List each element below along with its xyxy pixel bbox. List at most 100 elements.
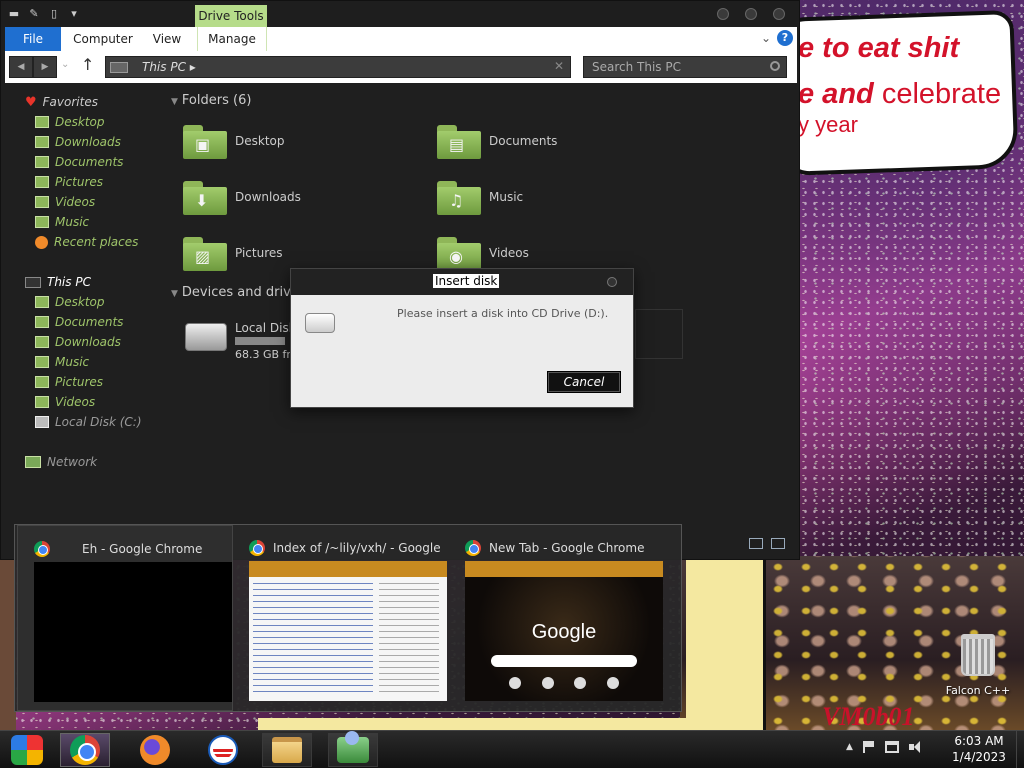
taskbar-chrome[interactable] (60, 733, 110, 767)
devices-group-header[interactable]: ▼ Devices and drive (171, 285, 299, 300)
drive-label: Local Disk (235, 321, 296, 335)
maximize-button[interactable] (745, 8, 757, 20)
tab-file[interactable]: File (5, 27, 61, 51)
window-menu-icon[interactable]: ▬ (7, 7, 21, 21)
nav-this-pc[interactable]: This PC (25, 273, 91, 291)
obama-logo-icon (208, 735, 238, 765)
downloads-icon (35, 136, 49, 148)
thumbnail-preview-image (34, 562, 232, 702)
notification-area: ▲ (846, 741, 923, 753)
search-box[interactable]: Search This PC (583, 56, 787, 78)
nav-pc-downloads[interactable]: Downloads (35, 333, 121, 351)
action-center-flag-icon[interactable] (862, 741, 875, 753)
system-clock[interactable]: 6:03 AM 1/4/2023 (944, 733, 1014, 765)
back-button[interactable]: ◀ (9, 56, 33, 78)
search-input[interactable]: Search This PC (592, 60, 681, 74)
wallpaper-text-line1: e to eat shit (798, 32, 960, 64)
shortcut-tile (574, 677, 587, 689)
details-view-icon[interactable] (749, 538, 763, 549)
expand-ribbon-chevron-icon[interactable]: ⌄ (761, 31, 771, 45)
nav-fav-pictures[interactable]: Pictures (35, 173, 103, 191)
close-button[interactable] (773, 8, 785, 20)
nav-pc-music[interactable]: Music (35, 353, 89, 371)
directory-listing-rows (253, 583, 373, 695)
search-icon[interactable] (770, 61, 780, 71)
nav-fav-music[interactable]: Music (35, 213, 89, 231)
view-switcher (749, 538, 785, 549)
taskbar-obama-logo-app[interactable] (198, 733, 248, 767)
address-bar[interactable]: This PC ▸ ✕ (105, 56, 571, 78)
quick-access-toolbar: ▬ ✎ ▯ ▾ (7, 7, 81, 21)
volume-icon[interactable] (908, 741, 923, 753)
folder-desktop[interactable]: ▣ Desktop (183, 119, 413, 163)
taskbar-network-app[interactable] (328, 731, 378, 767)
dialog-close-button[interactable] (607, 277, 617, 287)
minimize-button[interactable] (717, 8, 729, 20)
address-clear-icon[interactable]: ✕ (554, 59, 564, 73)
network-status-icon[interactable] (884, 741, 899, 753)
network-people-icon (337, 731, 369, 763)
help-icon[interactable]: ? (777, 30, 793, 46)
nav-pc-local-disk[interactable]: Local Disk (C:) (35, 413, 142, 431)
music-icon (35, 356, 49, 368)
forward-button[interactable]: ▶ (33, 56, 57, 78)
tab-manage[interactable]: Manage (197, 27, 267, 51)
navigation-bar: ◀ ▶ ⌄ ↑ This PC ▸ ✕ Search This PC (5, 51, 797, 83)
computer-icon (25, 276, 41, 288)
properties-icon[interactable]: ✎ (27, 7, 41, 21)
nav-fav-documents[interactable]: Documents (35, 153, 123, 171)
nav-network[interactable]: Network (25, 453, 97, 471)
folder-music[interactable]: ♫ Music (437, 175, 667, 219)
wallpaper-text-line3: y year (798, 112, 858, 137)
tab-view[interactable]: View (147, 27, 187, 51)
show-hidden-icons-chevron-icon[interactable]: ▲ (846, 742, 853, 752)
drive-usage-bar (235, 337, 285, 345)
nav-pc-pictures[interactable]: Pictures (35, 373, 103, 391)
thumbnail-preview-image: Google (465, 561, 663, 701)
title-bar[interactable]: ▬ ✎ ▯ ▾ Drive Tools (1, 1, 799, 27)
nav-fav-downloads[interactable]: Downloads (35, 133, 121, 151)
taskbar-firefox[interactable] (130, 733, 180, 767)
show-desktop-button[interactable] (1016, 731, 1024, 768)
downloads-folder-icon: ⬇ (183, 179, 227, 215)
cancel-button[interactable]: Cancel (547, 371, 621, 393)
folder-documents[interactable]: ▤ Documents (437, 119, 667, 163)
large-icons-view-icon[interactable] (771, 538, 785, 549)
chrome-icon (34, 541, 50, 557)
nav-favorites[interactable]: ♥ Favorites (25, 93, 98, 111)
desktop-icon-recycle-bin[interactable]: Falcon C++ (940, 634, 1016, 697)
nav-fav-videos[interactable]: Videos (35, 193, 95, 211)
up-button[interactable]: ↑ (81, 55, 94, 74)
dialog-title-bar[interactable]: Insert disk (291, 269, 633, 295)
folder-label: Desktop (235, 134, 285, 148)
thumbnail-window-new-tab[interactable]: New Tab - Google Chrome Google (449, 525, 665, 711)
google-search-box (491, 655, 637, 667)
chrome-icon (465, 540, 481, 556)
thumbnail-preview-image (249, 561, 447, 701)
desktop-icon-label: Falcon C++ (945, 684, 1011, 697)
drive-cd-tile[interactable] (635, 309, 683, 359)
nav-pc-videos[interactable]: Videos (35, 393, 95, 411)
nav-fav-recent-places[interactable]: Recent places (35, 233, 138, 251)
taskbar-file-explorer[interactable] (262, 733, 312, 767)
folders-group-header[interactable]: ▼ Folders (6) (171, 93, 251, 108)
clock-time: 6:03 AM (954, 734, 1004, 748)
folder-label: Documents (489, 134, 558, 148)
start-orb-icon (11, 735, 43, 765)
wallpaper-corner-text: VM0b01 (822, 702, 915, 731)
start-button[interactable] (2, 733, 52, 767)
heart-icon: ♥ (25, 94, 37, 110)
nav-pc-desktop[interactable]: Desktop (35, 293, 105, 311)
nav-fav-desktop[interactable]: Desktop (35, 113, 105, 131)
new-folder-icon[interactable]: ▯ (47, 7, 61, 21)
recent-locations-chevron-icon[interactable]: ⌄ (61, 59, 69, 70)
videos-icon (35, 396, 49, 408)
network-icon (25, 456, 41, 468)
taskbar-thumbnail-preview: Eh - Google Chrome Index of /~lily/vxh/ … (14, 524, 682, 712)
customize-qat-icon[interactable]: ▾ (67, 7, 81, 21)
folder-downloads[interactable]: ⬇ Downloads (183, 175, 413, 219)
tab-computer[interactable]: Computer (69, 27, 137, 51)
nav-pc-documents[interactable]: Documents (35, 313, 123, 331)
thumbnail-window-index[interactable]: Index of /~lily/vxh/ - Google C... (233, 525, 449, 711)
thumbnail-window-eh[interactable]: Eh - Google Chrome (17, 525, 233, 711)
